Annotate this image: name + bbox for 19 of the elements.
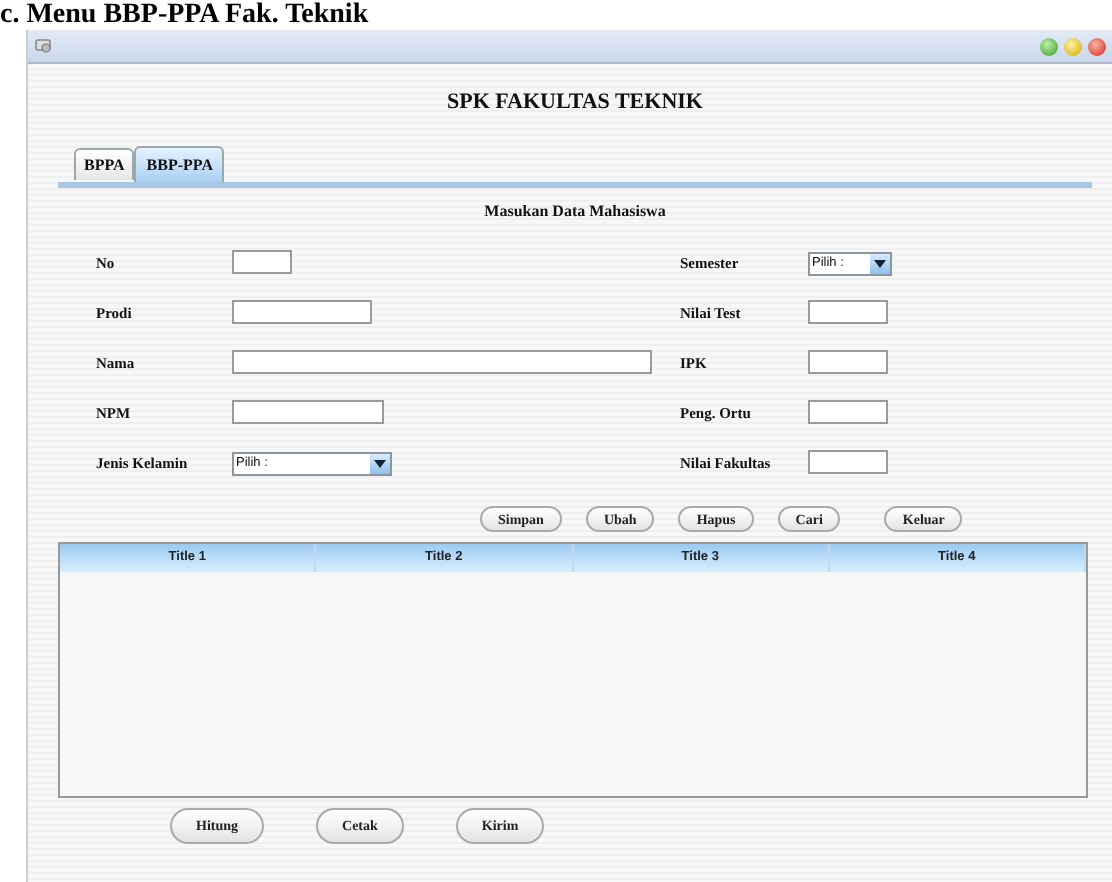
maximize-button[interactable] <box>1040 37 1058 55</box>
close-button[interactable] <box>1088 37 1106 55</box>
dropdown-arrow-icon <box>374 459 386 467</box>
text-field[interactable] <box>808 350 888 375</box>
figure-caption: c. Menu BBP-PPA Fak. Teknik <box>0 0 371 30</box>
text-field[interactable] <box>232 400 384 425</box>
section-title: Masukan Data Mahasiswa <box>482 202 668 220</box>
dropdown-arrow-icon <box>874 259 886 267</box>
text-field[interactable] <box>232 350 652 375</box>
tab[interactable]: BBP-PPA <box>134 146 225 182</box>
text-field[interactable] <box>808 400 888 425</box>
app-title: SPK FAKULTAS TEKNIK <box>445 90 705 114</box>
tab[interactable]: BPPA <box>74 148 135 180</box>
text-field[interactable] <box>808 450 888 475</box>
app-icon <box>34 38 54 54</box>
text-field[interactable] <box>232 250 292 275</box>
text-field[interactable] <box>808 300 888 325</box>
text-field[interactable] <box>232 300 372 325</box>
minimize-button[interactable] <box>1064 37 1082 55</box>
